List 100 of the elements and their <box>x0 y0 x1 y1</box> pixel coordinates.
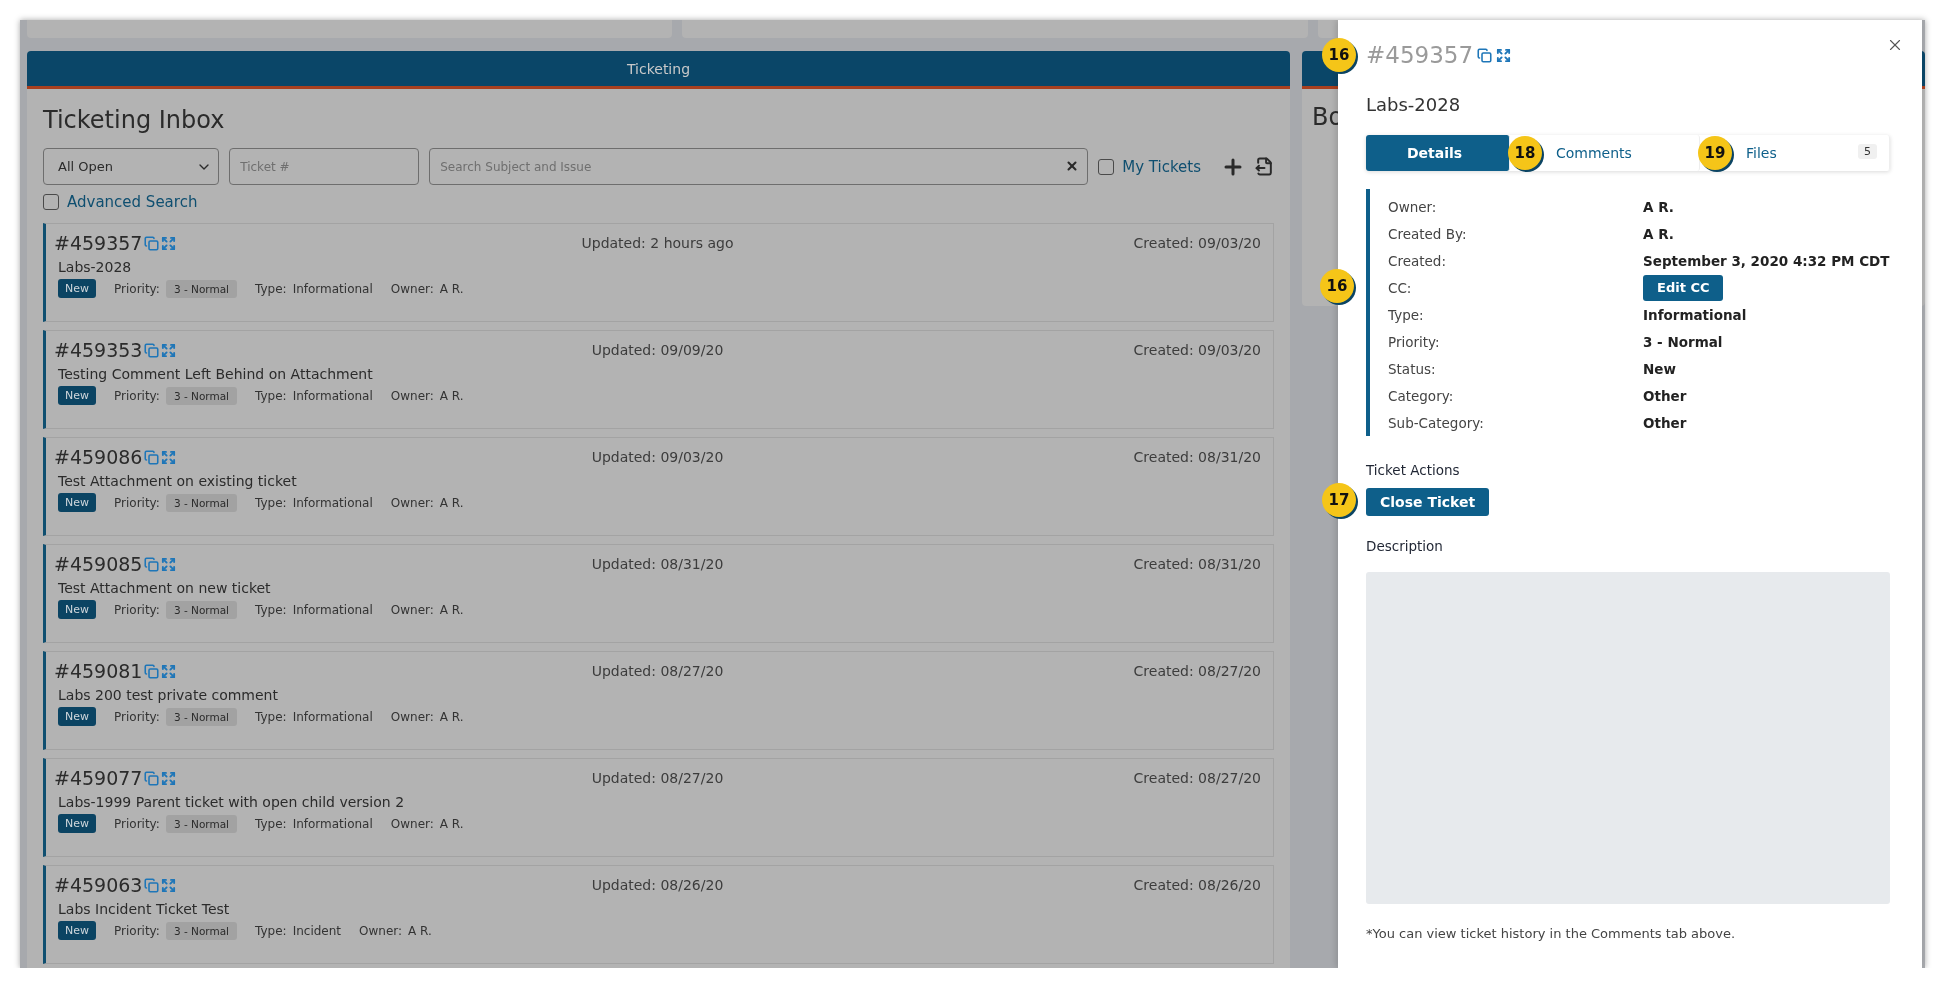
field-label: Priority: <box>114 923 160 938</box>
field-label: Priority: <box>114 602 160 617</box>
detail-value: A R. <box>1643 197 1675 217</box>
detail-label: Created: <box>1388 251 1447 271</box>
expand-icon[interactable] <box>161 663 177 679</box>
priority-pill: 3 - Normal <box>165 600 238 619</box>
ticket-number: #459077 <box>54 767 143 789</box>
ticket-card[interactable]: #459357 Updated: 2 hours ago Created: 09/03/20 Labs-2028 New Priority: 3 - Normal Type: Informational Owner: A R. <box>43 223 1274 322</box>
status-select[interactable]: All Open <box>43 148 220 185</box>
ticket-card[interactable]: #459077 Updated: 08/27/20 Created: 08/27/20 Labs-1999 Parent ticket with open child version 2 New Priority: 3 - Normal Type: Informational Owner: A R. <box>43 758 1274 857</box>
edit-cc-button[interactable]: Edit CC <box>1643 274 1724 301</box>
field-value: A R. <box>439 602 464 617</box>
export-icon[interactable] <box>1255 157 1274 176</box>
status-badge: New <box>58 386 96 405</box>
field-label: Type: <box>255 388 287 403</box>
detail-value: Other <box>1643 413 1688 433</box>
ticket-number: #459357 <box>54 232 143 254</box>
created-date: Created: 08/27/20 <box>1133 770 1261 786</box>
ticket-subject: Testing Comment Left Behind on Attachment <box>58 366 374 382</box>
detail-value: September 3, 2020 4:32 PM CDT <box>1643 251 1891 271</box>
copy-icon[interactable] <box>144 342 160 358</box>
copy-icon[interactable] <box>144 770 160 786</box>
expand-icon[interactable] <box>161 556 177 572</box>
step-marker: 17 <box>1322 483 1356 517</box>
priority-pill: 3 - Normal <box>165 814 238 833</box>
ticket-number-field[interactable]: Ticket # <box>229 148 420 185</box>
field-value: Informational <box>292 602 373 617</box>
tab[interactable]: Details <box>1366 135 1510 171</box>
field-value: Informational <box>292 495 373 510</box>
updated-date: Updated: 08/27/20 <box>591 770 724 786</box>
ticket-card[interactable]: #459081 Updated: 08/27/20 Created: 08/27/20 Labs 200 test private comment New Priority: 3 - Normal Type: Informational Owner: A R. <box>43 651 1274 750</box>
updated-date: Updated: 2 hours ago <box>581 235 734 251</box>
ticket-number: #459353 <box>54 339 143 361</box>
ticket-number: #459081 <box>54 660 143 682</box>
advanced-search-checkbox[interactable] <box>43 194 59 210</box>
field-value: A R. <box>439 816 464 831</box>
ticket-card[interactable]: #459353 Updated: 09/09/20 Created: 09/03/20 Testing Comment Left Behind on Attachment New Priority: 3 - Normal Type: Informational Owner: A R. <box>43 330 1274 429</box>
field-value: A R. <box>439 388 464 403</box>
status-badge: New <box>58 493 96 512</box>
field-label: Type: <box>255 816 287 831</box>
detail-value: A R. <box>1643 224 1675 244</box>
my-tickets-checkbox[interactable] <box>1098 158 1115 175</box>
ticket-card[interactable]: #459063 Updated: 08/26/20 Created: 08/26/20 Labs Incident Ticket Test New Priority: 3 - Normal Type: Incident Owner: A R. <box>43 865 1274 964</box>
ticket-card[interactable]: #459086 Updated: 09/03/20 Created: 08/31/20 Test Attachment on existing ticket New Priority: 3 - Normal Type: Informational Owner: A R. <box>43 437 1274 536</box>
advanced-search-label[interactable]: Advanced Search <box>67 193 198 211</box>
expand-icon[interactable] <box>161 770 177 786</box>
detail-label: Category: <box>1388 386 1455 406</box>
status-badge: New <box>58 600 96 619</box>
panel-header: Ticketing <box>27 51 1290 89</box>
expand-icon[interactable] <box>161 877 177 893</box>
copy-icon[interactable] <box>1477 47 1493 63</box>
created-date: Created: 09/03/20 <box>1133 342 1261 358</box>
field-label: Priority: <box>114 709 160 724</box>
status-badge: New <box>58 814 96 833</box>
created-date: Created: 08/27/20 <box>1133 663 1261 679</box>
detail-label: Priority: <box>1388 332 1441 352</box>
copy-icon[interactable] <box>144 877 160 893</box>
created-date: Created: 08/31/20 <box>1133 449 1261 465</box>
close-ticket-button[interactable]: Close Ticket <box>1366 488 1490 516</box>
step-marker: 16 <box>1322 38 1356 72</box>
priority-pill: 3 - Normal <box>165 279 238 298</box>
ticket-subject: Labs Incident Ticket Test <box>58 901 231 917</box>
updated-date: Updated: 08/26/20 <box>591 877 724 893</box>
expand-icon[interactable] <box>161 235 177 251</box>
detail-label: Type: <box>1388 305 1425 325</box>
ticket-subject: Labs-1999 Parent ticket with open child version 2 <box>58 794 406 810</box>
expand-icon[interactable] <box>161 342 177 358</box>
ticket-card[interactable]: #459085 Updated: 08/31/20 Created: 08/31/20 Test Attachment on new ticket New Priority: 3 - Normal Type: Informational Owner: A R. <box>43 544 1274 643</box>
copy-icon[interactable] <box>144 235 160 251</box>
copy-icon[interactable] <box>144 663 160 679</box>
tab[interactable]: 19 Files 5 <box>1700 135 1890 171</box>
my-tickets-label[interactable]: My Tickets <box>1122 157 1201 176</box>
field-value: Incident <box>292 923 342 938</box>
field-value: Informational <box>292 816 373 831</box>
detail-label: Owner: <box>1388 197 1438 217</box>
field-label: Owner: <box>390 388 434 403</box>
priority-pill: 3 - Normal <box>165 921 238 940</box>
created-date: Created: 08/31/20 <box>1133 556 1261 572</box>
expand-icon[interactable] <box>161 449 177 465</box>
field-value: Informational <box>292 388 373 403</box>
copy-icon[interactable] <box>144 556 160 572</box>
detail-label: CC: <box>1388 278 1413 298</box>
clear-icon[interactable] <box>1065 159 1080 173</box>
field-label: Type: <box>255 709 287 724</box>
detail-label: Created By: <box>1388 224 1468 244</box>
detail-value: 3 - Normal <box>1643 332 1724 352</box>
ticket-subject: Test Attachment on new ticket <box>58 580 272 596</box>
description-heading: Description <box>1366 538 1444 554</box>
detail-value: Informational <box>1643 305 1748 325</box>
actions-heading: Ticket Actions <box>1366 462 1461 478</box>
expand-icon[interactable] <box>1496 47 1512 63</box>
copy-icon[interactable] <box>144 449 160 465</box>
tab[interactable]: 18 Comments <box>1510 135 1700 171</box>
step-marker: 19 <box>1698 136 1732 170</box>
status-badge: New <box>58 279 96 298</box>
field-label: Priority: <box>114 281 160 296</box>
field-value: A R. <box>408 923 432 938</box>
field-label: Owner: <box>390 709 434 724</box>
field-label: Owner: <box>390 816 434 831</box>
search-field[interactable]: Search Subject and Issue <box>429 148 1089 185</box>
